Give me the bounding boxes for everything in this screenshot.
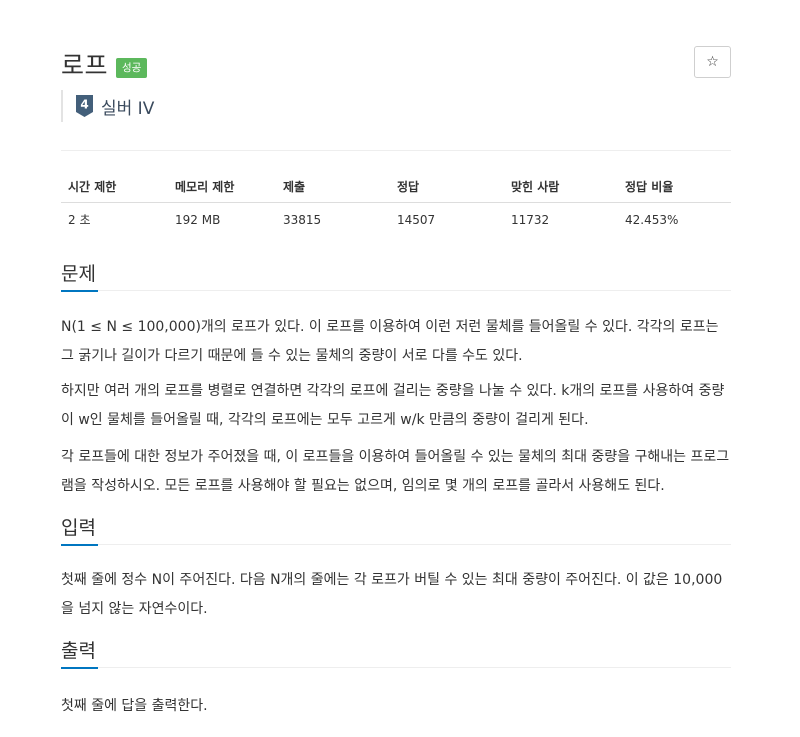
header-accept-ratio: 정답 비율	[618, 170, 731, 203]
problem-info-table: 시간 제한 메모리 제한 제출 정답 맞힌 사람 정답 비율 2 초 192 M…	[61, 170, 731, 236]
star-icon: ☆	[706, 54, 719, 70]
problem-title: 로프	[61, 51, 109, 80]
description-paragraph: 하지만 여러 개의 로프를 병렬로 연결하면 각각의 로프에 걸리는 중량을 나…	[61, 383, 725, 428]
header-time-limit: 시간 제한	[61, 170, 168, 203]
input-heading: 입력	[61, 513, 98, 546]
tier-badge-icon: 4	[76, 95, 93, 117]
description-paragraph: N(1 ≤ N ≤ 100,000)개의 로프가 있다. 이 로프를 이용하여 …	[61, 319, 719, 364]
header-submissions: 제출	[276, 170, 390, 203]
input-paragraph: 첫째 줄에 정수 N이 주어진다. 다음 N개의 줄에는 각 로프가 버틸 수 …	[61, 572, 723, 617]
solved-users-value: 11732	[511, 212, 550, 227]
section-heading-input: 입력	[61, 513, 731, 546]
section-heading-output: 출력	[61, 636, 731, 669]
description-paragraph: 각 로프들에 대한 정보가 주어졌을 때, 이 로프들을 이용하여 들어올릴 수…	[61, 449, 730, 494]
divider	[61, 150, 731, 151]
tier-label: 실버 IV	[101, 98, 155, 119]
time-limit-value: 2 초	[68, 213, 91, 227]
table-row: 2 초 192 MB 33815 14507 11732 42.453%	[61, 203, 731, 237]
section-heading-description: 문제	[61, 259, 731, 292]
submissions-value: 33815	[283, 212, 322, 227]
output-heading: 출력	[61, 636, 98, 669]
header-memory-limit: 메모리 제한	[168, 170, 276, 203]
status-badge: 성공	[116, 58, 148, 78]
tier-level: 4	[80, 98, 88, 112]
favorite-button[interactable]: ☆	[694, 46, 731, 78]
accepted-value: 14507	[397, 212, 436, 227]
accept-ratio-value: 42.453%	[625, 212, 679, 227]
header-accepted: 정답	[390, 170, 504, 203]
description-heading: 문제	[61, 259, 98, 292]
tier-info: 4 실버 IV	[61, 90, 154, 122]
output-paragraph: 첫째 줄에 답을 출력한다.	[61, 698, 208, 714]
table-header-row: 시간 제한 메모리 제한 제출 정답 맞힌 사람 정답 비율	[61, 170, 731, 203]
memory-limit-value: 192 MB	[175, 212, 221, 227]
problem-header: 로프 성공 ☆	[61, 42, 731, 82]
header-solved-users: 맞힌 사람	[504, 170, 618, 203]
